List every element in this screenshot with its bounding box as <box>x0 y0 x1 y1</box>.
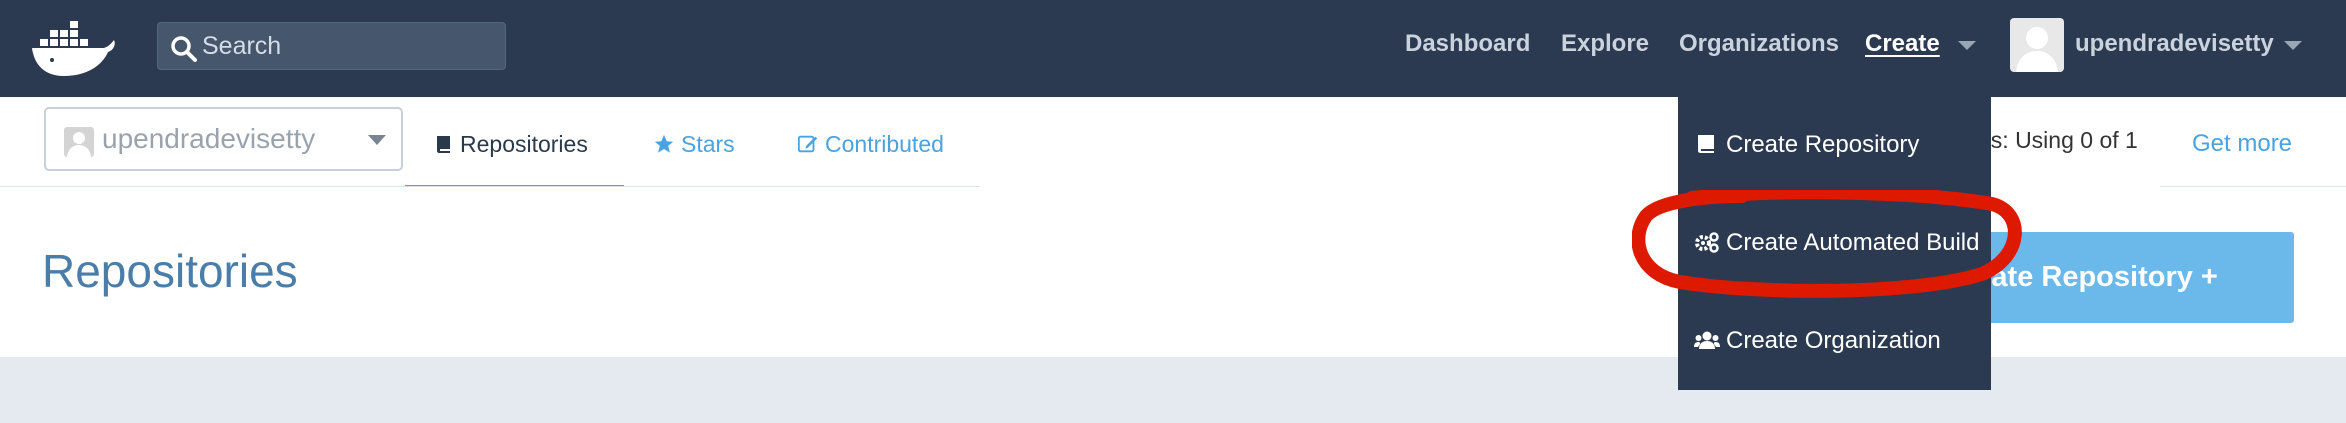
namespace-avatar <box>64 127 94 157</box>
namespace-select[interactable]: upendradevisetty <box>44 107 403 171</box>
user-silhouette-icon <box>2016 27 2058 72</box>
search-input[interactable] <box>202 23 492 69</box>
tab-contributed[interactable]: Contributed <box>797 131 944 158</box>
menu-item-create-repository[interactable]: Create Repository <box>1694 131 1919 159</box>
top-navbar: Dashboard Explore Organizations Create u… <box>0 0 2346 97</box>
nav-organizations-link[interactable]: Organizations <box>1679 30 1839 58</box>
menu-item-create-organization[interactable]: Create Organization <box>1694 327 1941 355</box>
user-silhouette-icon <box>67 132 91 157</box>
red-annotation-circle <box>1632 190 2022 298</box>
tab-stars-label: Stars <box>681 131 735 157</box>
chevron-down-icon <box>368 135 386 145</box>
search-box[interactable] <box>157 22 506 70</box>
page-title: Repositories <box>42 245 298 297</box>
user-avatar[interactable] <box>2010 18 2064 72</box>
menu-item-label: Create Repository <box>1726 131 1920 158</box>
edit-icon <box>797 135 818 153</box>
tab-repositories-label: Repositories <box>460 131 588 157</box>
private-repo-quota-text: es: Using 0 of 1 <box>1978 127 2138 153</box>
user-menu-chevron-down-icon[interactable] <box>2284 41 2302 50</box>
get-more-link[interactable]: Get more <box>2192 130 2292 158</box>
nav-dashboard-link[interactable]: Dashboard <box>1405 30 1530 58</box>
nav-create-link[interactable]: Create <box>1865 30 1940 58</box>
book-icon <box>437 136 450 153</box>
nav-explore-link[interactable]: Explore <box>1561 30 1649 58</box>
create-chevron-down-icon[interactable] <box>1958 41 1976 50</box>
menu-item-label: Create Organization <box>1726 327 1941 354</box>
search-icon <box>171 36 197 62</box>
star-icon <box>654 134 674 153</box>
user-menu-name[interactable]: upendradevisetty <box>2075 30 2274 58</box>
tab-repositories[interactable]: Repositories <box>434 131 588 158</box>
users-icon <box>1694 331 1720 349</box>
book-icon <box>1698 135 1714 153</box>
tab-contributed-label: Contributed <box>825 131 944 157</box>
tab-stars[interactable]: Stars <box>653 131 735 158</box>
namespace-select-value: upendradevisetty <box>102 123 316 154</box>
docker-whale-logo-icon[interactable] <box>30 18 116 78</box>
